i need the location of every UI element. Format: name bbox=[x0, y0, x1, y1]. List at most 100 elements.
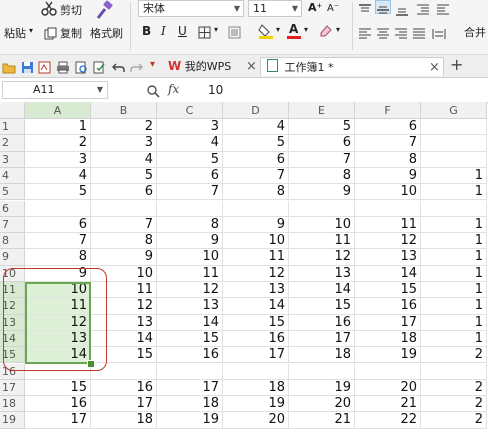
table-cell[interactable] bbox=[421, 135, 487, 152]
font-color-dropdown-icon[interactable]: ▾ bbox=[304, 25, 308, 34]
spell-check-icon[interactable] bbox=[93, 59, 106, 74]
table-cell[interactable]: 10 bbox=[91, 265, 157, 282]
table-cell[interactable] bbox=[157, 200, 223, 217]
table-cell[interactable]: 16 bbox=[25, 396, 91, 413]
table-cell[interactable]: 8 bbox=[289, 167, 355, 185]
merge-button[interactable]: 合并 bbox=[464, 24, 486, 40]
border-dropdown-icon[interactable]: ▾ bbox=[214, 25, 218, 34]
table-cell[interactable]: 6 bbox=[355, 119, 421, 136]
clear-format-icon[interactable] bbox=[318, 23, 334, 39]
table-cell[interactable]: 4 bbox=[157, 135, 223, 152]
table-cell[interactable]: 10 bbox=[289, 216, 355, 234]
row-header[interactable]: 4 bbox=[0, 167, 25, 185]
close-icon[interactable]: × bbox=[429, 58, 440, 77]
fill-color-dropdown-icon[interactable]: ▾ bbox=[276, 25, 280, 34]
column-header-g[interactable]: G bbox=[421, 102, 487, 119]
table-cell[interactable]: 1 bbox=[421, 330, 487, 348]
redo-icon[interactable] bbox=[130, 59, 143, 72]
name-box[interactable]: A11 ▼ bbox=[2, 81, 108, 99]
new-tab-button[interactable]: + bbox=[450, 55, 463, 74]
table-cell[interactable]: 9 bbox=[223, 216, 289, 234]
table-cell[interactable]: 12 bbox=[223, 265, 289, 282]
table-cell[interactable]: 1 bbox=[421, 184, 487, 201]
table-cell[interactable]: 5 bbox=[289, 119, 355, 136]
column-header-d[interactable]: D bbox=[223, 102, 289, 119]
table-cell[interactable]: 18 bbox=[289, 347, 355, 364]
grow-font-button[interactable]: A⁺ bbox=[308, 1, 322, 14]
formula-input[interactable]: 10 bbox=[200, 81, 486, 99]
table-cell[interactable]: 14 bbox=[157, 314, 223, 331]
table-cell[interactable]: 5 bbox=[91, 167, 157, 185]
table-cell[interactable] bbox=[157, 363, 223, 380]
table-cell[interactable] bbox=[421, 200, 487, 217]
table-cell[interactable]: 18 bbox=[91, 412, 157, 429]
insert-function-button[interactable]: fx bbox=[168, 82, 179, 96]
table-cell[interactable]: 18 bbox=[355, 330, 421, 348]
table-cell[interactable]: 14 bbox=[355, 265, 421, 282]
row-header[interactable]: 9 bbox=[0, 249, 25, 266]
cut-button[interactable]: 剪切 bbox=[60, 2, 82, 18]
tab-workbook[interactable]: 工作簿1 * × bbox=[260, 57, 444, 76]
clear-format-dropdown-icon[interactable]: ▾ bbox=[336, 25, 340, 34]
italic-button[interactable]: I bbox=[161, 24, 166, 38]
table-cell[interactable]: 6 bbox=[25, 216, 91, 234]
table-cell[interactable]: 21 bbox=[289, 412, 355, 429]
table-cell[interactable]: 5 bbox=[157, 151, 223, 168]
table-cell[interactable] bbox=[289, 200, 355, 217]
table-cell[interactable]: 16 bbox=[157, 347, 223, 364]
paintbrush-icon[interactable] bbox=[94, 0, 116, 22]
table-cell[interactable] bbox=[25, 363, 91, 380]
table-cell[interactable]: 22 bbox=[355, 412, 421, 429]
table-cell[interactable] bbox=[355, 363, 421, 380]
table-cell[interactable]: 20 bbox=[355, 379, 421, 397]
table-cell[interactable]: 5 bbox=[25, 184, 91, 201]
font-color-button[interactable]: A bbox=[287, 22, 301, 40]
row-header[interactable]: 15 bbox=[0, 347, 25, 364]
table-cell[interactable]: 2 bbox=[421, 412, 487, 429]
print-icon[interactable] bbox=[56, 59, 70, 74]
table-cell[interactable]: 11 bbox=[355, 216, 421, 234]
table-cell[interactable]: 12 bbox=[157, 282, 223, 299]
table-cell[interactable]: 2 bbox=[421, 396, 487, 413]
paste-dropdown-icon[interactable]: ▾ bbox=[29, 26, 33, 35]
table-cell[interactable]: 3 bbox=[91, 135, 157, 152]
table-cell[interactable]: 12 bbox=[25, 314, 91, 331]
column-header-c[interactable]: C bbox=[157, 102, 223, 119]
table-cell[interactable]: 15 bbox=[355, 282, 421, 299]
table-cell[interactable]: 14 bbox=[91, 330, 157, 348]
scissors-icon[interactable] bbox=[40, 1, 58, 17]
table-cell[interactable]: 1 bbox=[421, 282, 487, 299]
table-cell[interactable]: 19 bbox=[289, 379, 355, 397]
table-cell[interactable]: 18 bbox=[223, 379, 289, 397]
table-cell[interactable] bbox=[421, 151, 487, 168]
open-folder-icon[interactable] bbox=[2, 59, 16, 74]
table-cell[interactable]: 13 bbox=[355, 249, 421, 266]
table-cell[interactable]: 7 bbox=[355, 135, 421, 152]
row-header[interactable]: 13 bbox=[0, 314, 25, 331]
table-cell[interactable]: 16 bbox=[289, 314, 355, 331]
table-cell[interactable]: 13 bbox=[91, 314, 157, 331]
table-cell[interactable]: 9 bbox=[289, 184, 355, 201]
table-cell[interactable]: 10 bbox=[157, 249, 223, 266]
table-cell[interactable]: 19 bbox=[157, 412, 223, 429]
table-cell[interactable]: 14 bbox=[25, 347, 91, 364]
export-pdf-icon[interactable] bbox=[38, 59, 51, 74]
row-header[interactable]: 17 bbox=[0, 379, 25, 397]
table-cell[interactable]: 15 bbox=[25, 379, 91, 397]
table-cell[interactable]: 5 bbox=[223, 135, 289, 152]
table-cell[interactable] bbox=[91, 363, 157, 380]
table-cell[interactable] bbox=[421, 119, 487, 136]
copy-icon[interactable] bbox=[44, 25, 57, 40]
font-name-select[interactable]: 宋体 ▼ bbox=[138, 0, 244, 17]
distributed-align-icon[interactable] bbox=[432, 25, 446, 39]
format-painter-button[interactable]: 格式刷 bbox=[90, 25, 123, 41]
row-header[interactable]: 10 bbox=[0, 265, 25, 282]
row-header[interactable]: 5 bbox=[0, 184, 25, 201]
table-cell[interactable]: 2 bbox=[25, 135, 91, 152]
table-cell[interactable]: 4 bbox=[91, 151, 157, 168]
table-cell[interactable]: 7 bbox=[289, 151, 355, 168]
fill-handle[interactable] bbox=[87, 359, 95, 368]
outdent-icon[interactable] bbox=[416, 1, 430, 15]
table-cell[interactable]: 11 bbox=[91, 282, 157, 299]
table-cell[interactable]: 16 bbox=[91, 379, 157, 397]
